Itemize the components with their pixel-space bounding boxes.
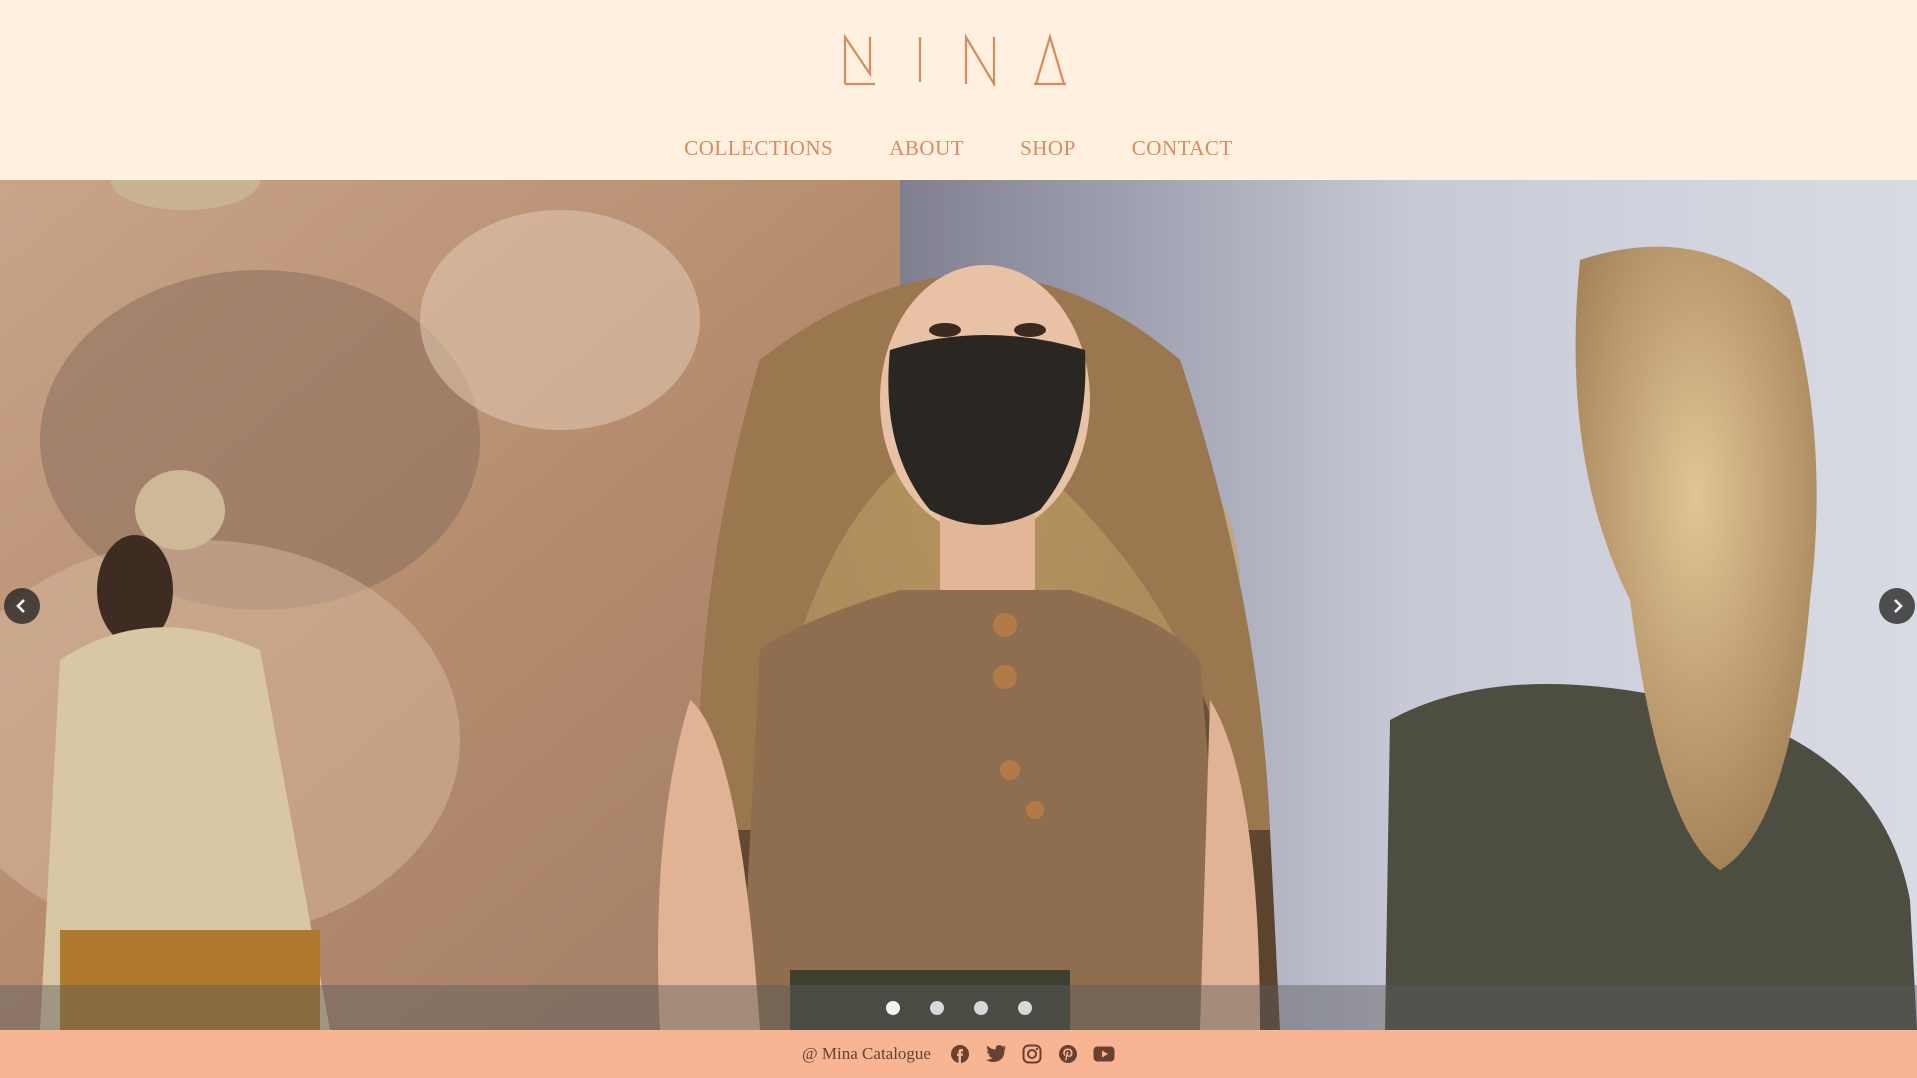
nav-shop[interactable]: SHOP (1020, 136, 1076, 161)
carousel-indicator-bar (0, 985, 1917, 1030)
carousel-dot-1[interactable] (885, 1000, 900, 1015)
site-footer: @ Mina Catalogue (0, 1030, 1917, 1078)
main-nav: COLLECTIONS ABOUT SHOP CONTACT (0, 136, 1917, 161)
brand-logo[interactable] (840, 34, 1070, 86)
site-header: COLLECTIONS ABOUT SHOP CONTACT (0, 0, 1917, 180)
instagram-icon[interactable] (1021, 1043, 1043, 1065)
carousel-dots (0, 985, 1917, 1030)
pinterest-icon[interactable] (1057, 1043, 1079, 1065)
facebook-icon[interactable] (949, 1043, 971, 1065)
nav-contact[interactable]: CONTACT (1132, 136, 1233, 161)
carousel-dot-3[interactable] (973, 1000, 988, 1015)
twitter-icon[interactable] (985, 1043, 1007, 1065)
chevron-right-icon (1894, 599, 1903, 613)
youtube-icon[interactable] (1093, 1043, 1115, 1065)
carousel-dot-4[interactable] (1017, 1000, 1032, 1015)
copyright-text: @ Mina Catalogue (802, 1044, 931, 1063)
carousel-dot-2[interactable] (929, 1000, 944, 1015)
nav-collections[interactable]: COLLECTIONS (684, 136, 833, 161)
carousel-next-button[interactable] (1879, 588, 1915, 624)
hero-carousel[interactable] (0, 180, 1917, 1030)
nav-about[interactable]: ABOUT (889, 136, 964, 161)
chevron-left-icon (16, 599, 25, 613)
carousel-prev-button[interactable] (4, 588, 40, 624)
hero-slide-image (0, 180, 1917, 1030)
